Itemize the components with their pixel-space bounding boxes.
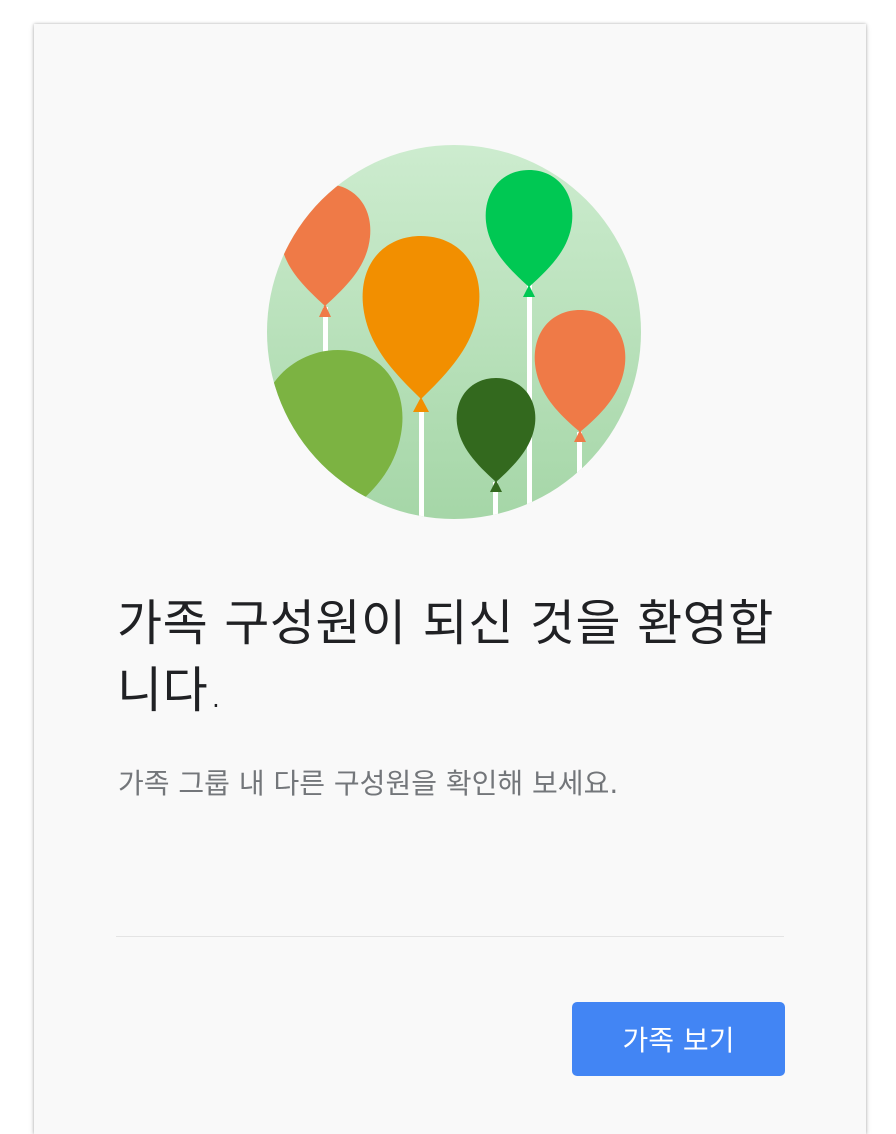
balloons-illustration-icon — [267, 145, 641, 519]
welcome-card: 가족 구성원이 되신 것을 환영합니다. 가족 그룹 내 다른 구성원을 확인해… — [34, 24, 866, 1134]
welcome-title: 가족 구성원이 되신 것을 환영합니다. — [117, 595, 774, 719]
view-family-button[interactable]: 가족 보기 — [572, 1002, 785, 1076]
welcome-subtitle: 가족 그룹 내 다른 구성원을 확인해 보세요. — [118, 767, 619, 800]
card-divider — [116, 936, 784, 937]
